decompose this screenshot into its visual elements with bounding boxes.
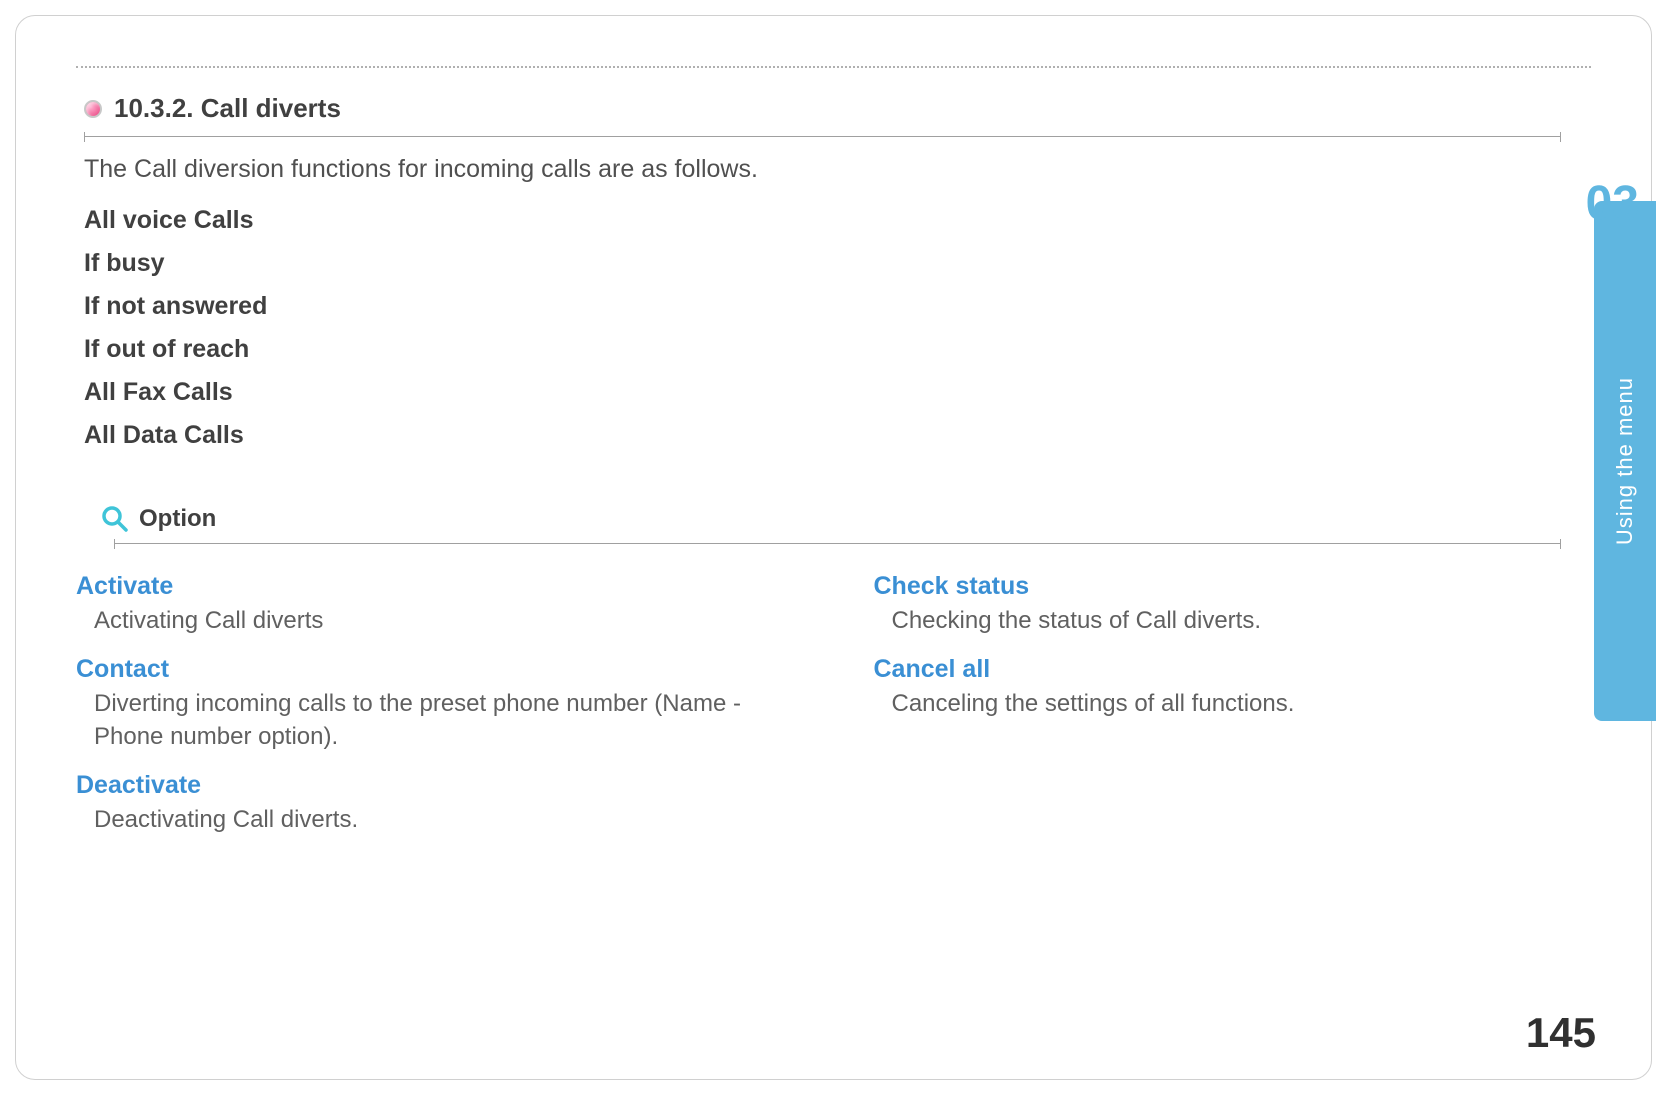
option-column-left: Activate Activating Call diverts Contact… — [76, 572, 794, 855]
option-entry: Contact Diverting incoming calls to the … — [76, 655, 794, 753]
option-title: Activate — [76, 572, 794, 601]
option-header: Option — [76, 505, 1591, 533]
divert-item: If busy — [76, 249, 1591, 278]
section-title: 10.3.2. Call diverts — [114, 93, 341, 124]
option-entry: Activate Activating Call diverts — [76, 572, 794, 637]
option-desc: Checking the status of Call diverts. — [874, 605, 1592, 637]
divert-item: All voice Calls — [76, 206, 1591, 235]
option-block: Option Activate Activating Call diverts … — [76, 505, 1591, 855]
option-columns: Activate Activating Call diverts Contact… — [76, 572, 1591, 855]
divert-item: If not answered — [76, 292, 1591, 321]
side-tab: Using the menu — [1594, 201, 1656, 721]
divert-item: All Fax Calls — [76, 378, 1591, 407]
option-title: Contact — [76, 655, 794, 684]
option-title: Check status — [874, 572, 1592, 601]
option-title: Cancel all — [874, 655, 1592, 684]
option-label: Option — [139, 505, 216, 533]
bullet-icon — [84, 100, 102, 118]
rule-line — [84, 136, 1561, 137]
side-tab-label: Using the menu — [1612, 377, 1638, 545]
page-frame: 10.3.2. Call diverts The Call diversion … — [15, 15, 1652, 1080]
option-entry: Deactivate Deactivating Call diverts. — [76, 771, 794, 836]
option-column-right: Check status Checking the status of Call… — [874, 572, 1592, 855]
option-desc: Canceling the settings of all functions. — [874, 688, 1592, 720]
page-number: 145 — [1526, 1009, 1596, 1057]
option-desc: Deactivating Call diverts. — [76, 804, 794, 836]
divert-item: If out of reach — [76, 335, 1591, 364]
magnifier-icon — [101, 505, 129, 533]
option-desc: Diverting incoming calls to the preset p… — [76, 688, 794, 753]
dotted-divider — [76, 66, 1591, 68]
option-entry: Cancel all Canceling the settings of all… — [874, 655, 1592, 720]
option-desc: Activating Call diverts — [76, 605, 794, 637]
intro-text: The Call diversion functions for incomin… — [76, 155, 1591, 184]
chapter-number: 03 — [1586, 176, 1639, 231]
rule-line — [114, 543, 1561, 544]
section-heading: 10.3.2. Call diverts — [76, 93, 1591, 124]
option-entry: Check status Checking the status of Call… — [874, 572, 1592, 637]
option-title: Deactivate — [76, 771, 794, 800]
divert-item: All Data Calls — [76, 421, 1591, 450]
